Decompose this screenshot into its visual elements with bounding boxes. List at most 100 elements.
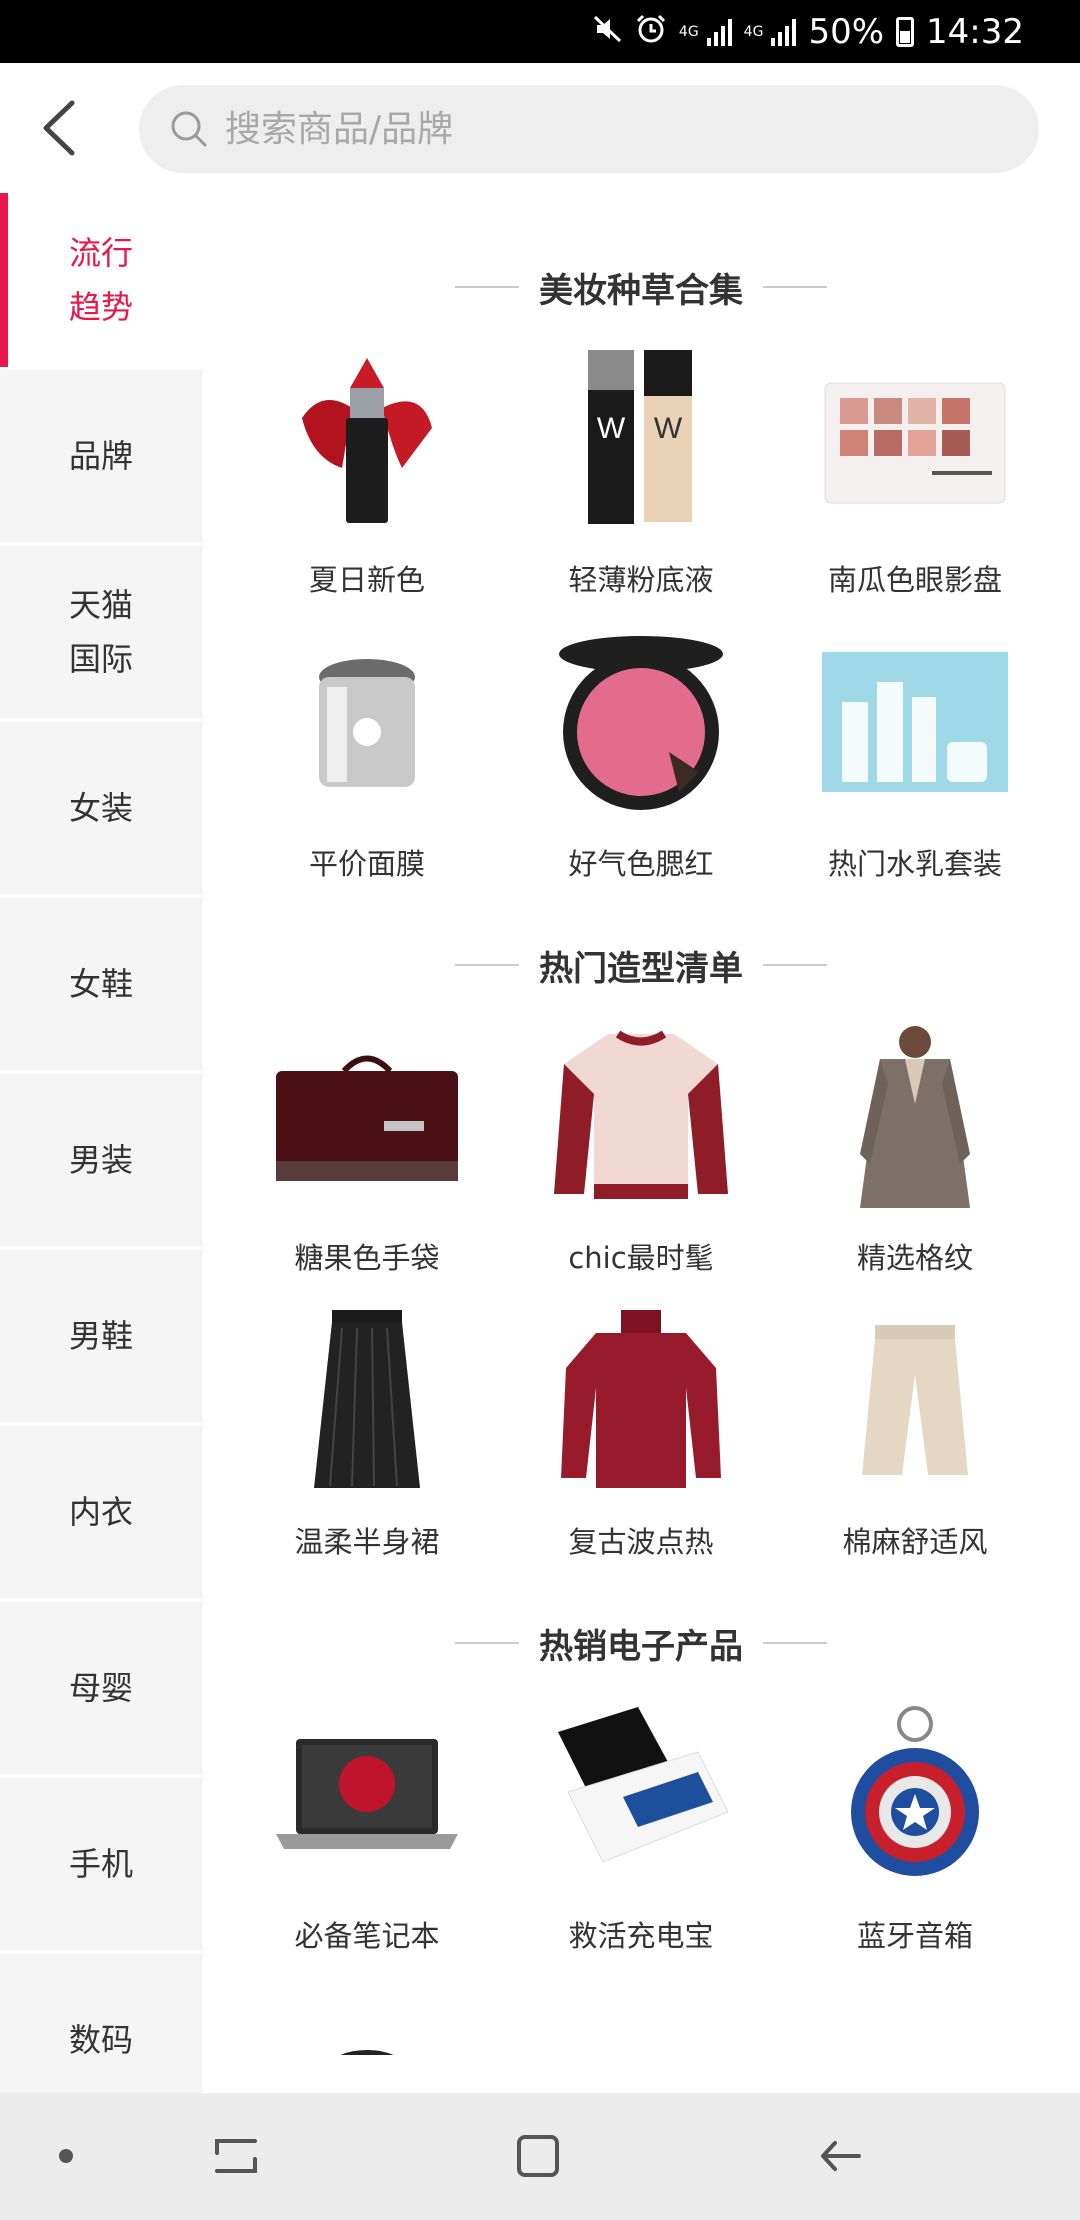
category-tile[interactable]: 南瓜色眼影盘 bbox=[778, 335, 1052, 619]
laptop-icon bbox=[272, 1699, 462, 1889]
network-type-2: 4G bbox=[743, 23, 764, 40]
category-tile[interactable]: 救活充电宝 bbox=[504, 1691, 778, 1975]
battery-percent: 50% bbox=[808, 11, 885, 52]
alarm-icon bbox=[635, 13, 667, 51]
tile-label: 热门水乳套装 bbox=[827, 847, 1002, 881]
sidebar-item-label: 流行 趋势 bbox=[68, 234, 133, 326]
category-tile[interactable]: 复古波点热 bbox=[504, 1297, 778, 1581]
headphones-icon bbox=[272, 1983, 462, 2055]
home-button[interactable] bbox=[498, 2121, 578, 2191]
jacket-icon bbox=[546, 1021, 736, 1211]
coat-icon bbox=[820, 1021, 1010, 1211]
category-tile[interactable]: 热门水乳套装 bbox=[778, 619, 1052, 903]
sidebar-item-label: 内衣 bbox=[68, 1493, 133, 1531]
tile-label: 精选格纹 bbox=[856, 1241, 973, 1275]
section-title: 热销电子产品 bbox=[202, 1595, 1080, 1691]
sidebar-item-label: 手机 bbox=[68, 1845, 133, 1883]
sidebar-item-label: 数码 bbox=[68, 2021, 133, 2059]
tile-label: 好气色腮红 bbox=[568, 847, 714, 881]
category-tile[interactable]: 棉麻舒适风 bbox=[778, 1297, 1052, 1581]
power-bank-icon bbox=[546, 1699, 736, 1889]
sidebar-item-mens-shoes[interactable]: 男鞋 bbox=[0, 1249, 202, 1425]
section-title: 美妆种草合集 bbox=[202, 239, 1080, 335]
mute-icon bbox=[593, 14, 623, 50]
signal-icon-2 bbox=[771, 18, 797, 46]
search-bar[interactable] bbox=[139, 85, 1039, 173]
blush-compact-icon bbox=[546, 627, 736, 817]
signal-icon bbox=[706, 18, 732, 46]
category-tile[interactable]: 糖果色手袋 bbox=[230, 1013, 504, 1297]
svg-text:W: W bbox=[597, 412, 626, 445]
product-grid: 夏日新色 W W 轻薄粉底液 南瓜色眼影盘 平价面膜 好气色腮红 热门水乳套装 bbox=[202, 335, 1080, 903]
category-tile[interactable]: 精选格纹 bbox=[778, 1013, 1052, 1297]
chevron-left-icon bbox=[43, 100, 75, 156]
section-title-text: 热销电子产品 bbox=[539, 1626, 743, 1667]
eyeshadow-palette-icon bbox=[820, 343, 1010, 533]
system-nav-bar bbox=[0, 2093, 1080, 2220]
handbag-icon bbox=[272, 1021, 462, 1211]
skincare-set-icon bbox=[820, 627, 1010, 817]
sidebar-item-phones[interactable]: 手机 bbox=[0, 1777, 202, 1953]
header bbox=[0, 63, 1080, 193]
sidebar-item-womens-shoes[interactable]: 女鞋 bbox=[0, 897, 202, 1073]
tile-label: 棉麻舒适风 bbox=[842, 1525, 988, 1559]
category-tile[interactable]: 平价面膜 bbox=[230, 619, 504, 903]
tile-label: 复古波点热 bbox=[568, 1525, 714, 1559]
category-tile[interactable]: W W 轻薄粉底液 bbox=[504, 335, 778, 619]
category-tile[interactable]: chic最时髦 bbox=[504, 1013, 778, 1297]
tile-label: 轻薄粉底液 bbox=[568, 563, 714, 597]
divider bbox=[455, 286, 519, 288]
divider bbox=[763, 1642, 827, 1644]
back-arrow-icon bbox=[821, 2141, 861, 2171]
search-icon bbox=[171, 111, 207, 147]
tile-label: 温柔半身裙 bbox=[294, 1525, 440, 1559]
category-tile[interactable] bbox=[504, 1975, 778, 2055]
category-tile[interactable] bbox=[778, 1975, 1052, 2055]
face-mask-jar-icon bbox=[272, 627, 462, 817]
tile-label: 糖果色手袋 bbox=[294, 1241, 440, 1275]
clock: 14:32 bbox=[926, 11, 1024, 52]
tile-label: 蓝牙音箱 bbox=[856, 1919, 973, 1953]
category-tile[interactable]: 温柔半身裙 bbox=[230, 1297, 504, 1581]
category-tile[interactable]: 蓝牙音箱 bbox=[778, 1691, 1052, 1975]
sidebar-item-womens-wear[interactable]: 女装 bbox=[0, 721, 202, 897]
divider bbox=[455, 964, 519, 966]
tile-label: 南瓜色眼影盘 bbox=[827, 563, 1002, 597]
category-tile[interactable]: 夏日新色 bbox=[230, 335, 504, 619]
sidebar-item-label: 品牌 bbox=[68, 437, 133, 475]
category-tile[interactable] bbox=[230, 1975, 504, 2055]
section-title: 热门造型清单 bbox=[202, 917, 1080, 1013]
tile-label: 平价面膜 bbox=[308, 847, 425, 881]
sidebar-item-label: 母婴 bbox=[68, 1669, 133, 1707]
drone-icon bbox=[546, 1983, 736, 2055]
tile-label: 必备笔记本 bbox=[294, 1919, 440, 1953]
sidebar-item-underwear[interactable]: 内衣 bbox=[0, 1425, 202, 1601]
category-tile[interactable]: 必备笔记本 bbox=[230, 1691, 504, 1975]
recent-apps-icon bbox=[215, 2139, 257, 2173]
tile-label: 救活充电宝 bbox=[568, 1919, 714, 1953]
svg-text:W: W bbox=[654, 412, 683, 445]
product-grid: 糖果色手袋 chic最时髦 精选格纹 温柔半身裙 复古波点热 棉麻舒适风 bbox=[202, 1013, 1080, 1581]
lipstick-icon bbox=[272, 343, 462, 533]
home-icon bbox=[517, 2135, 559, 2177]
category-tile[interactable]: 好气色腮红 bbox=[504, 619, 778, 903]
dot-icon bbox=[59, 2149, 73, 2163]
sidebar-item-trend[interactable]: 流行 趋势 bbox=[0, 193, 202, 369]
recent-apps-button[interactable] bbox=[196, 2121, 276, 2191]
search-input[interactable] bbox=[225, 108, 985, 150]
skirt-icon bbox=[272, 1305, 462, 1495]
product-grid-partial bbox=[202, 1975, 1080, 2055]
section-title-text: 热门造型清单 bbox=[539, 948, 743, 989]
back-nav-button[interactable] bbox=[800, 2121, 880, 2191]
battery-icon bbox=[896, 16, 915, 47]
divider bbox=[455, 1642, 519, 1644]
assistant-dot-button[interactable] bbox=[26, 2121, 106, 2191]
back-button[interactable] bbox=[34, 93, 86, 163]
network-type: 4G bbox=[678, 23, 699, 40]
sidebar-item-tmall-global[interactable]: 天猫 国际 bbox=[0, 545, 202, 721]
sidebar-item-mens-wear[interactable]: 男装 bbox=[0, 1073, 202, 1249]
sidebar-item-baby[interactable]: 母婴 bbox=[0, 1601, 202, 1777]
product-grid: 必备笔记本 救活充电宝 蓝牙音箱 bbox=[202, 1691, 1080, 1975]
category-sidebar: 流行 趋势 品牌 天猫 国际 女装 女鞋 男装 男鞋 内衣 母婴 手机 数码 bbox=[0, 193, 202, 2129]
sidebar-item-brand[interactable]: 品牌 bbox=[0, 369, 202, 545]
